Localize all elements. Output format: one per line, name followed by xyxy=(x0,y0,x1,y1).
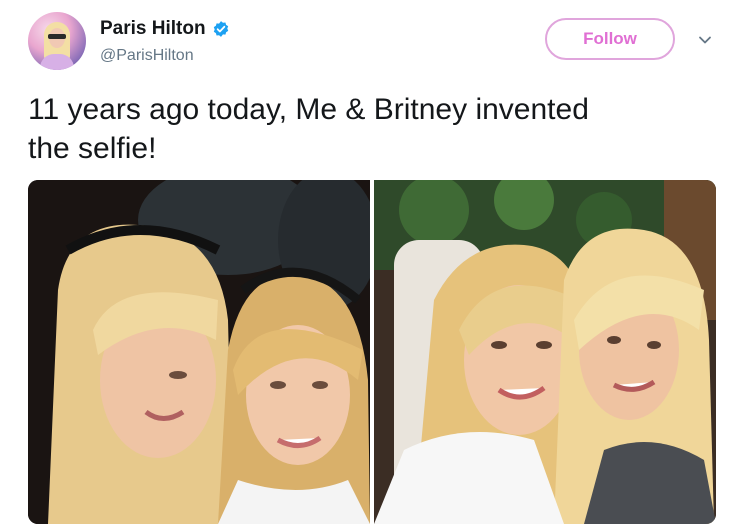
profile-avatar[interactable] xyxy=(28,12,86,70)
tweet-text: 11 years ago today, Me & Britney invente… xyxy=(28,93,589,165)
selfie-photo-left-art xyxy=(28,180,370,524)
selfie-photo-right[interactable] xyxy=(374,180,716,524)
tweet-media xyxy=(28,180,716,524)
selfie-photo-left[interactable] xyxy=(28,180,370,524)
chevron-down-icon[interactable] xyxy=(697,32,713,48)
verified-badge-icon xyxy=(213,21,228,37)
user-handle[interactable]: @ParisHilton xyxy=(100,47,194,65)
follow-button[interactable]: Follow xyxy=(545,18,675,60)
name-row: Paris Hilton xyxy=(100,18,230,40)
avatar-sunglasses xyxy=(48,34,66,39)
selfie-photo-right-art xyxy=(374,180,716,524)
avatar-body xyxy=(40,54,74,70)
display-name[interactable]: Paris Hilton xyxy=(100,18,206,40)
tweet-header: Paris Hilton @ParisHilton Follow xyxy=(0,0,738,80)
